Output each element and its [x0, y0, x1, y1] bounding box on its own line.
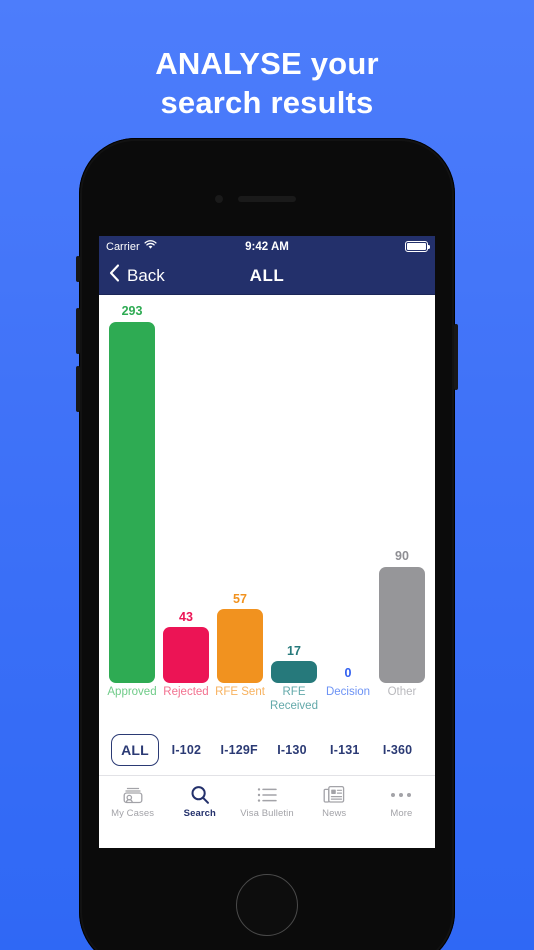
bar-chart: 293 43 57 17 0 90 Approved Rejected RFE Sent RFE… — [99, 295, 435, 725]
tab-label: More — [390, 808, 413, 819]
page-title: ANALYSE your search results — [0, 44, 534, 122]
battery-fill — [407, 243, 426, 250]
list-icon — [256, 784, 278, 805]
bar-column[interactable]: 90 — [375, 305, 429, 683]
status-right-group — [405, 241, 431, 252]
x-axis-tick-label: RFE Received — [270, 686, 318, 712]
phone-screen: Carrier 9:42 AM Back ALL 293 43 57 17 0 … — [99, 236, 435, 848]
tab-item-more[interactable]: More — [368, 784, 435, 819]
filter-chip-i-130[interactable]: I-130 — [267, 736, 318, 764]
bar-value-label: 43 — [179, 609, 193, 624]
phone-frame: Carrier 9:42 AM Back ALL 293 43 57 17 0 … — [76, 138, 458, 950]
volume-down-button — [76, 366, 80, 412]
chevron-left-icon — [109, 264, 120, 287]
earpiece-speaker — [238, 196, 296, 202]
tab-label: News — [322, 808, 347, 819]
tab-item-news[interactable]: News — [301, 784, 368, 819]
bar-rect[interactable] — [109, 321, 155, 683]
front-camera — [215, 195, 223, 203]
x-axis-tick-label: Rejected — [163, 686, 209, 698]
form-filter-tabs: ALL I-102 I-129F I-130 I-131 I-360 — [99, 725, 435, 775]
bar-column[interactable]: 57 — [213, 305, 267, 683]
tab-item-visa-bulletin[interactable]: Visa Bulletin — [233, 784, 300, 819]
filter-chip-i-102[interactable]: I-102 — [161, 736, 212, 764]
tab-label: Visa Bulletin — [240, 808, 294, 819]
tab-label: Search — [183, 808, 216, 819]
headline-line-2: search results — [160, 85, 374, 120]
bar-value-label: 293 — [121, 304, 143, 318]
chart-x-axis-labels: Approved Rejected RFE Sent RFE Received Deci… — [105, 683, 429, 719]
back-label: Back — [127, 265, 165, 285]
wifi-icon — [144, 240, 157, 253]
tab-item-search[interactable]: Search — [166, 784, 233, 819]
back-button[interactable]: Back — [109, 264, 165, 287]
filter-chip-all[interactable]: ALL — [111, 734, 159, 766]
battery-icon — [405, 241, 431, 252]
x-axis-tick-label: RFE Sent — [215, 686, 265, 698]
x-axis-tick-label: Decision — [325, 686, 371, 698]
bar-value-label: 17 — [287, 643, 301, 658]
carrier-label: Carrier — [106, 240, 140, 253]
bar-column[interactable]: 0 — [321, 305, 375, 683]
bar-value-label: 0 — [344, 665, 352, 680]
power-button — [454, 324, 458, 390]
ellipsis-icon — [389, 784, 413, 805]
tab-label: My Cases — [111, 808, 155, 819]
status-bar: Carrier 9:42 AM — [99, 236, 435, 257]
bar-column[interactable]: 293 — [105, 305, 159, 683]
bar-rect[interactable] — [217, 609, 263, 683]
bar-rect[interactable] — [271, 661, 317, 683]
chart-bars: 293 43 57 17 0 90 — [105, 305, 429, 683]
mute-switch — [76, 256, 80, 282]
search-icon — [190, 784, 210, 805]
filter-chip-i-131[interactable]: I-131 — [319, 736, 370, 764]
status-left-group: Carrier — [106, 240, 157, 253]
bar-value-label: 57 — [233, 591, 247, 606]
volume-up-button — [76, 308, 80, 354]
home-button[interactable] — [236, 874, 298, 936]
cases-icon — [122, 784, 144, 805]
bar-column[interactable]: 17 — [267, 305, 321, 683]
bottom-tab-bar: My Cases Search Visa Bulletin News More — [99, 775, 435, 827]
bar-value-label: 90 — [395, 549, 409, 564]
navigation-bar: Back ALL — [99, 257, 435, 295]
tab-item-my-cases[interactable]: My Cases — [99, 784, 166, 819]
headline-line-1: ANALYSE your — [155, 46, 379, 81]
bar-column[interactable]: 43 — [159, 305, 213, 683]
x-axis-tick-label: Approved — [107, 686, 157, 698]
bar-rect[interactable] — [379, 566, 425, 683]
filter-chip-i-360[interactable]: I-360 — [372, 736, 423, 764]
bar-rect[interactable] — [163, 627, 209, 683]
newspaper-icon — [323, 784, 345, 805]
filter-chip-i-129f[interactable]: I-129F — [214, 736, 265, 764]
x-axis-tick-label: Other — [387, 686, 417, 698]
